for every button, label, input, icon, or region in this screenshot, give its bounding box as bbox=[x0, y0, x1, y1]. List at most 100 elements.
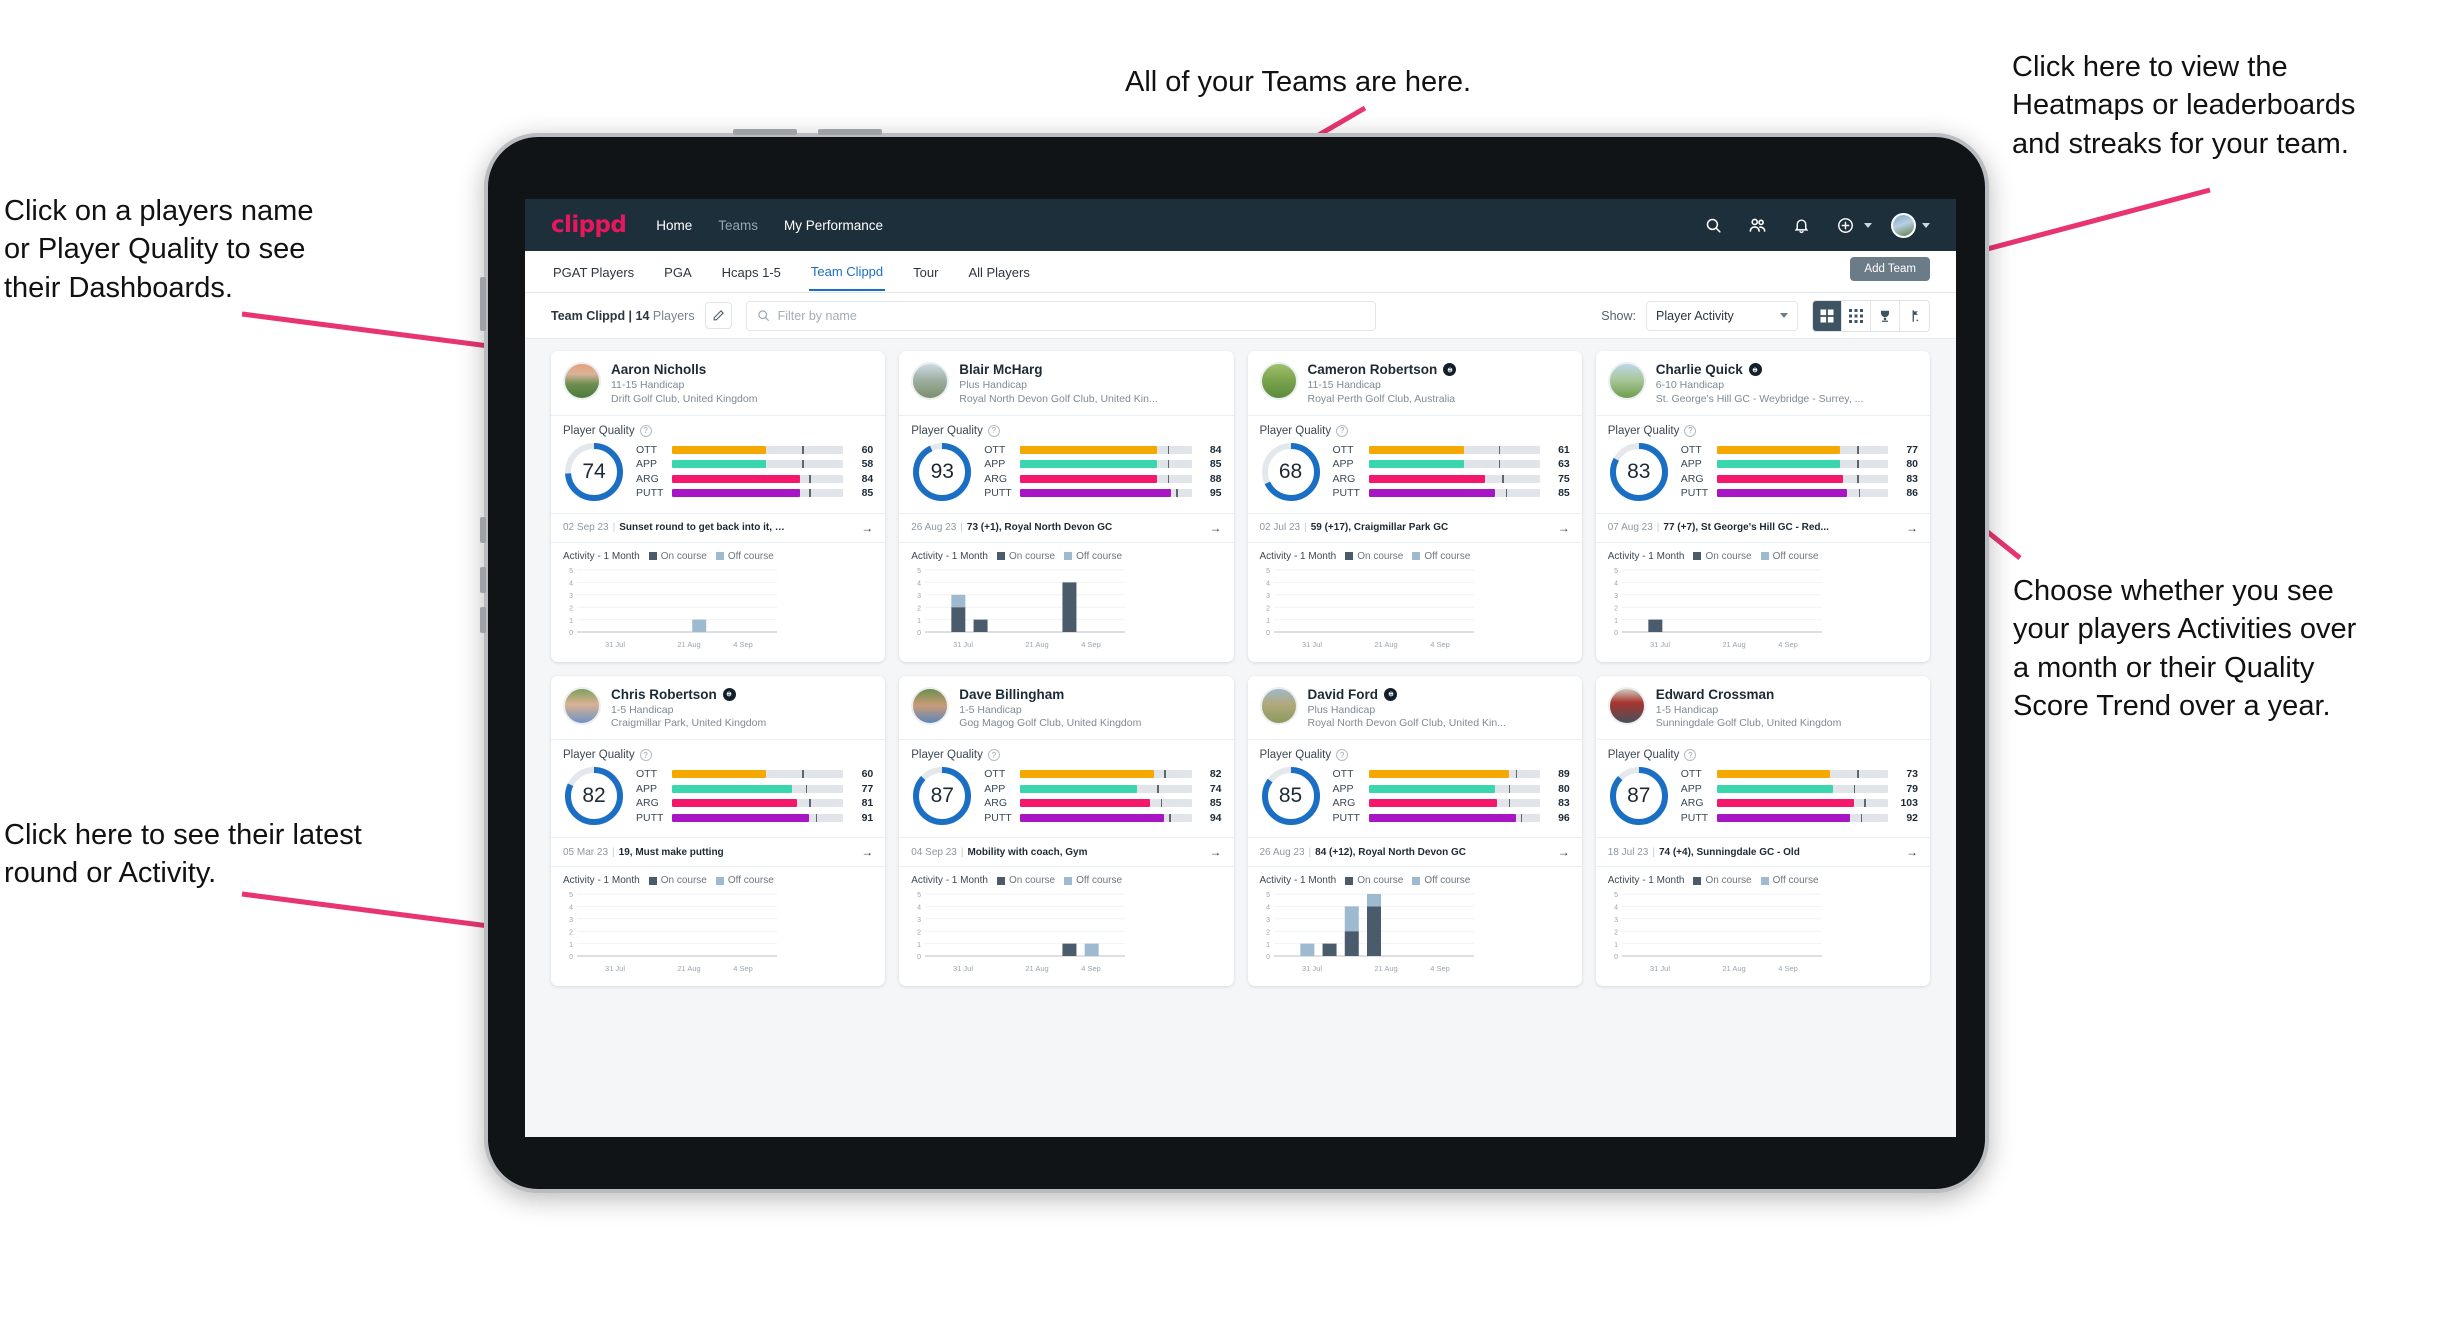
player-quality-body[interactable]: 93 OTT 84 APP 85 ARG 88 PUTT 95 bbox=[899, 439, 1233, 513]
latest-round-row[interactable]: 02 Sep 23 | Sunset round to get back int… bbox=[551, 514, 885, 542]
flag-icon[interactable] bbox=[1900, 301, 1929, 331]
player-name[interactable]: Charlie Quick bbox=[1656, 362, 1864, 377]
quality-donut[interactable]: 74 bbox=[563, 441, 625, 503]
player-handicap: Plus Handicap bbox=[1307, 703, 1376, 716]
metric-bar-track bbox=[1716, 460, 1888, 469]
player-card[interactable]: David Ford Plus Handicap Royal North Dev… bbox=[1247, 675, 1582, 986]
nav-link-teams[interactable]: Teams bbox=[718, 218, 758, 233]
profile-chevron-down-icon[interactable] bbox=[1922, 222, 1930, 228]
quality-donut[interactable]: 82 bbox=[563, 765, 625, 827]
show-select[interactable]: Player Activity bbox=[1646, 300, 1798, 331]
player-header[interactable]: Chris Robertson 1-5 Handicap Craigmillar… bbox=[551, 676, 885, 740]
player-header[interactable]: Cameron Robertson 11-15 Handicap Royal P… bbox=[1248, 351, 1582, 415]
plus-circle-icon[interactable] bbox=[1830, 210, 1860, 240]
player-name[interactable]: Edward Crossman bbox=[1656, 687, 1842, 702]
nav-link-my-performance[interactable]: My Performance bbox=[784, 218, 883, 233]
player-quality-label: Player Quality bbox=[911, 749, 983, 761]
player-header[interactable]: Edward Crossman 1-5 Handicap Sunningdale… bbox=[1596, 676, 1930, 740]
quality-score: 87 bbox=[930, 784, 954, 807]
player-name[interactable]: Aaron Nicholls bbox=[611, 362, 757, 377]
player-card[interactable]: Chris Robertson 1-5 Handicap Craigmillar… bbox=[551, 675, 886, 986]
svg-text:4 Sep: 4 Sep bbox=[1778, 640, 1798, 649]
player-header[interactable]: Aaron Nicholls 11-15 Handicap Drift Golf… bbox=[551, 351, 885, 415]
player-card[interactable]: Charlie Quick 6-10 Handicap St. George's… bbox=[1595, 351, 1930, 662]
quality-donut[interactable]: 83 bbox=[1608, 441, 1670, 503]
arrow-right-icon[interactable]: → bbox=[1906, 521, 1918, 535]
arrow-right-icon[interactable]: → bbox=[1210, 521, 1222, 535]
help-icon[interactable]: ? bbox=[987, 424, 1000, 437]
help-icon[interactable]: ? bbox=[1336, 749, 1349, 761]
latest-round-row[interactable]: 07 Aug 23 | 77 (+7), St George's Hill GC… bbox=[1596, 514, 1930, 542]
player-quality-body[interactable]: 87 OTT 82 APP 74 ARG 85 PUTT 94 bbox=[899, 763, 1233, 837]
bell-icon[interactable] bbox=[1786, 210, 1816, 240]
help-icon[interactable]: ? bbox=[639, 424, 652, 437]
metric-bar-track bbox=[1368, 799, 1540, 808]
nav-link-home[interactable]: Home bbox=[656, 218, 692, 233]
player-name[interactable]: Cameron Robertson bbox=[1308, 362, 1457, 377]
plus-chevron-down-icon[interactable] bbox=[1864, 222, 1872, 228]
player-card[interactable]: Cameron Robertson 11-15 Handicap Royal P… bbox=[1247, 351, 1582, 662]
arrow-right-icon[interactable]: → bbox=[1558, 521, 1570, 535]
player-quality-body[interactable]: 87 OTT 73 APP 79 ARG 103 PUTT 92 bbox=[1596, 763, 1930, 837]
arrow-right-icon[interactable]: → bbox=[1210, 845, 1222, 859]
clippd-logo[interactable]: clippd bbox=[551, 212, 627, 238]
player-quality-body[interactable]: 68 OTT 61 APP 63 ARG 75 PUTT 85 bbox=[1248, 439, 1582, 513]
arrow-right-icon[interactable]: → bbox=[861, 521, 873, 535]
player-quality-body[interactable]: 74 OTT 60 APP 58 ARG 84 PUTT 85 bbox=[551, 439, 885, 513]
latest-round-row[interactable]: 02 Jul 23 | 59 (+17), Craigmillar Park G… bbox=[1248, 514, 1582, 542]
tab-tour[interactable]: Tour bbox=[911, 254, 940, 290]
avatar[interactable] bbox=[1888, 210, 1918, 240]
player-header[interactable]: Dave Billingham 1-5 Handicap Gog Magog G… bbox=[899, 676, 1233, 740]
latest-round-row[interactable]: 18 Jul 23 | 74 (+4), Sunningdale GC - Ol… bbox=[1596, 838, 1930, 866]
tab-team-clippd[interactable]: Team Clippd bbox=[808, 253, 886, 291]
quality-donut[interactable]: 87 bbox=[911, 765, 973, 827]
quality-donut[interactable]: 68 bbox=[1260, 441, 1322, 503]
arrow-right-icon[interactable]: → bbox=[861, 845, 873, 859]
player-card[interactable]: Edward Crossman 1-5 Handicap Sunningdale… bbox=[1595, 675, 1930, 986]
player-quality-body[interactable]: 83 OTT 77 APP 80 ARG 83 PUTT 86 bbox=[1596, 439, 1930, 513]
trophy-icon[interactable] bbox=[1871, 300, 1900, 331]
player-header[interactable]: David Ford Plus Handicap Royal North Dev… bbox=[1248, 676, 1582, 740]
svg-text:2: 2 bbox=[1614, 605, 1618, 612]
player-count-suffix: Players bbox=[649, 308, 695, 323]
search-icon[interactable] bbox=[1698, 210, 1728, 240]
arrow-right-icon[interactable]: → bbox=[1906, 845, 1918, 859]
grid-large-icon[interactable] bbox=[1813, 300, 1842, 331]
player-header[interactable]: Charlie Quick 6-10 Handicap St. George's… bbox=[1596, 351, 1930, 415]
tab-hcaps-1-5[interactable]: Hcaps 1-5 bbox=[720, 254, 783, 290]
player-card[interactable]: Dave Billingham 1-5 Handicap Gog Magog G… bbox=[899, 675, 1234, 986]
help-icon[interactable]: ? bbox=[1336, 424, 1349, 437]
latest-round-row[interactable]: 26 Aug 23 | 84 (+12), Royal North Devon … bbox=[1248, 838, 1582, 866]
quality-donut[interactable]: 85 bbox=[1260, 765, 1322, 827]
player-header[interactable]: Blair McHarg Plus Handicap Royal North D… bbox=[899, 351, 1233, 415]
help-icon[interactable]: ? bbox=[1684, 424, 1697, 437]
add-team-button[interactable]: Add Team bbox=[1850, 257, 1930, 281]
tab-all-players[interactable]: All Players bbox=[966, 254, 1031, 290]
help-icon[interactable]: ? bbox=[987, 749, 1000, 761]
player-name[interactable]: Blair McHarg bbox=[959, 362, 1157, 377]
quality-donut[interactable]: 93 bbox=[911, 441, 973, 503]
player-name[interactable]: David Ford bbox=[1308, 687, 1506, 702]
arrow-right-icon[interactable]: → bbox=[1558, 845, 1570, 859]
quality-donut[interactable]: 87 bbox=[1608, 765, 1670, 827]
player-quality-body[interactable]: 82 OTT 60 APP 77 ARG 81 PUTT 91 bbox=[551, 763, 885, 837]
help-icon[interactable]: ? bbox=[1684, 749, 1697, 761]
player-card[interactable]: Aaron Nicholls 11-15 Handicap Drift Golf… bbox=[551, 351, 886, 662]
grid-small-icon[interactable] bbox=[1842, 300, 1871, 331]
people-icon[interactable] bbox=[1742, 210, 1772, 240]
edit-team-button[interactable] bbox=[704, 302, 732, 329]
tab-pgat-players[interactable]: PGAT Players bbox=[551, 254, 636, 290]
player-name[interactable]: Dave Billingham bbox=[959, 687, 1141, 702]
player-quality-body[interactable]: 85 OTT 89 APP 80 ARG 83 PUTT 96 bbox=[1248, 763, 1582, 837]
latest-round-row[interactable]: 04 Sep 23 | Mobility with coach, Gym → bbox=[899, 838, 1233, 866]
latest-round-row[interactable]: 05 Mar 23 | 19, Must make putting → bbox=[551, 838, 885, 866]
latest-round-row[interactable]: 26 Aug 23 | 73 (+1), Royal North Devon G… bbox=[899, 514, 1233, 542]
tab-pga[interactable]: PGA bbox=[662, 254, 693, 290]
search-input[interactable] bbox=[777, 308, 1365, 323]
help-icon[interactable]: ? bbox=[639, 749, 652, 761]
search-field-wrapper[interactable] bbox=[745, 300, 1376, 331]
player-name[interactable]: Chris Robertson bbox=[611, 687, 766, 702]
player-name-text: Aaron Nicholls bbox=[611, 362, 707, 377]
player-quality-label: Player Quality bbox=[911, 424, 983, 437]
player-card[interactable]: Blair McHarg Plus Handicap Royal North D… bbox=[899, 351, 1234, 662]
